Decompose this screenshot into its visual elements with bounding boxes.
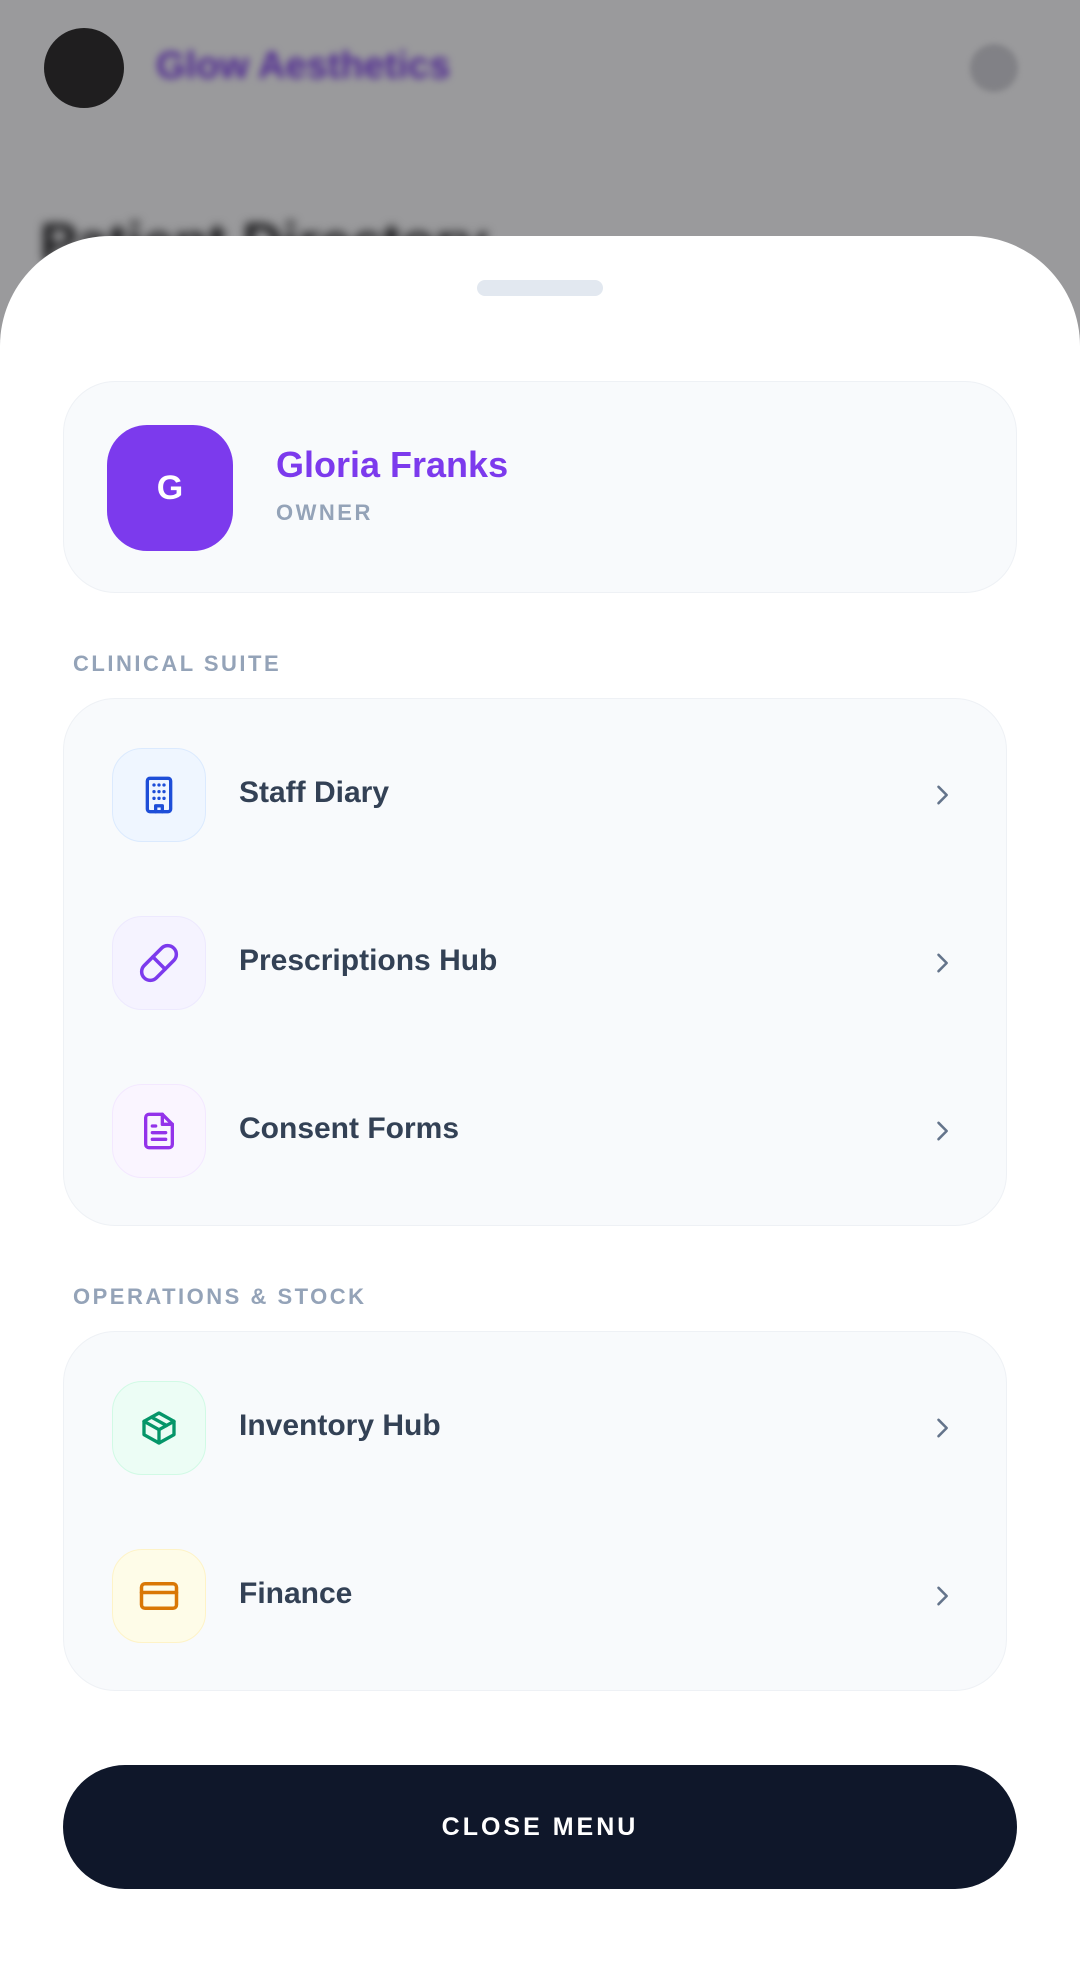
- menu-item-finance[interactable]: Finance: [64, 1500, 1006, 1668]
- menu-item-prescriptions-hub[interactable]: Prescriptions Hub: [64, 867, 1006, 1035]
- menu-item-label: Consent Forms: [239, 1112, 460, 1145]
- chevron-right-icon: [926, 779, 958, 811]
- profile-card: G Gloria Franks OWNER: [63, 381, 1017, 593]
- chevron-right-icon: [926, 1412, 958, 1444]
- section-label-clinical-suite: CLINICAL SUITE: [73, 651, 282, 676]
- pill-icon: [139, 943, 179, 983]
- operations-stock-group: Inventory Hub Finance: [63, 1331, 1007, 1691]
- building-icon: [145, 776, 173, 814]
- inventory-hub-icon-box: [112, 1381, 206, 1475]
- box-icon: [142, 1411, 176, 1445]
- close-menu-button[interactable]: CLOSE MENU: [63, 1765, 1017, 1889]
- profile-name: Gloria Franks: [276, 444, 509, 485]
- chevron-right-icon: [926, 947, 958, 979]
- menu-sheet: G Gloria Franks OWNER CLINICAL SUITE Sta…: [0, 236, 1080, 1971]
- document-icon: [144, 1112, 174, 1150]
- staff-diary-icon-box: [112, 748, 206, 842]
- finance-icon-box: [112, 1549, 206, 1643]
- profile-role: OWNER: [276, 500, 373, 525]
- drag-handle[interactable]: [477, 280, 603, 296]
- menu-item-label: Finance: [239, 1577, 353, 1610]
- menu-item-staff-diary[interactable]: Staff Diary: [64, 699, 1006, 867]
- prescriptions-hub-icon-box: [112, 916, 206, 1010]
- consent-forms-icon-box: [112, 1084, 206, 1178]
- clinical-suite-group: Staff Diary Prescriptions Hub Consent Fo…: [63, 698, 1007, 1226]
- menu-item-label: Inventory Hub: [239, 1409, 441, 1442]
- credit-card-icon: [139, 1582, 179, 1610]
- chevron-right-icon: [926, 1580, 958, 1612]
- profile-avatar: G: [107, 425, 233, 551]
- menu-item-label: Staff Diary: [239, 776, 390, 809]
- menu-item-consent-forms[interactable]: Consent Forms: [64, 1035, 1006, 1203]
- menu-item-inventory-hub[interactable]: Inventory Hub: [64, 1332, 1006, 1500]
- section-label-operations-stock: OPERATIONS & STOCK: [73, 1284, 367, 1309]
- chevron-right-icon: [926, 1115, 958, 1147]
- menu-item-label: Prescriptions Hub: [239, 944, 498, 977]
